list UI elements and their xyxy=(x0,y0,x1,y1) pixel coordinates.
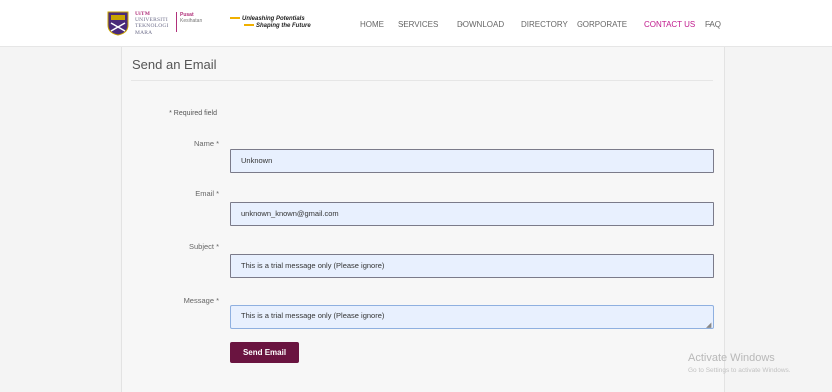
chevron-down-icon: ⌄ xyxy=(579,21,585,27)
page-title: Send an Email xyxy=(132,57,217,72)
uitm-crest-icon[interactable] xyxy=(107,11,129,36)
send-email-button[interactable]: Send Email xyxy=(230,342,299,363)
chevron-down-icon: ⌄ xyxy=(707,21,713,27)
activate-windows-subtitle: Go to Settings to activate Windows. xyxy=(688,367,791,374)
chevron-down-icon: ⌄ xyxy=(400,21,406,27)
tagline: Unleashing Potentials Shaping the Future xyxy=(230,16,311,30)
message-label: Message * xyxy=(183,296,219,305)
activate-windows-title: Activate Windows xyxy=(688,352,775,364)
name-input[interactable]: Unknown xyxy=(230,149,714,173)
subject-label: Subject * xyxy=(188,242,219,251)
email-input[interactable]: unknown_known@gmail.com xyxy=(230,202,714,226)
subject-input[interactable]: This is a trial message only (Please ign… xyxy=(230,254,714,278)
uitm-wordmark[interactable]: UiTM UNIVERSITI TEKNOLOGI MARA xyxy=(135,11,169,36)
chevron-down-icon: ⌄ xyxy=(459,21,465,27)
message-textarea[interactable]: This is a trial message only (Please ign… xyxy=(230,305,714,329)
name-label: Name * xyxy=(193,139,219,148)
site-header: UiTM UNIVERSITI TEKNOLOGI MARA Pusat Kes… xyxy=(0,0,832,47)
logo-divider xyxy=(176,12,177,32)
email-label: Email * xyxy=(195,189,219,198)
resize-handle-icon[interactable]: ◢ xyxy=(706,321,711,329)
department-name: Pusat Kesihatan xyxy=(180,12,203,24)
tagline-bar xyxy=(244,24,254,27)
tagline-bar xyxy=(230,17,240,20)
title-divider xyxy=(131,80,713,81)
required-field-note: * Required field xyxy=(169,110,217,117)
